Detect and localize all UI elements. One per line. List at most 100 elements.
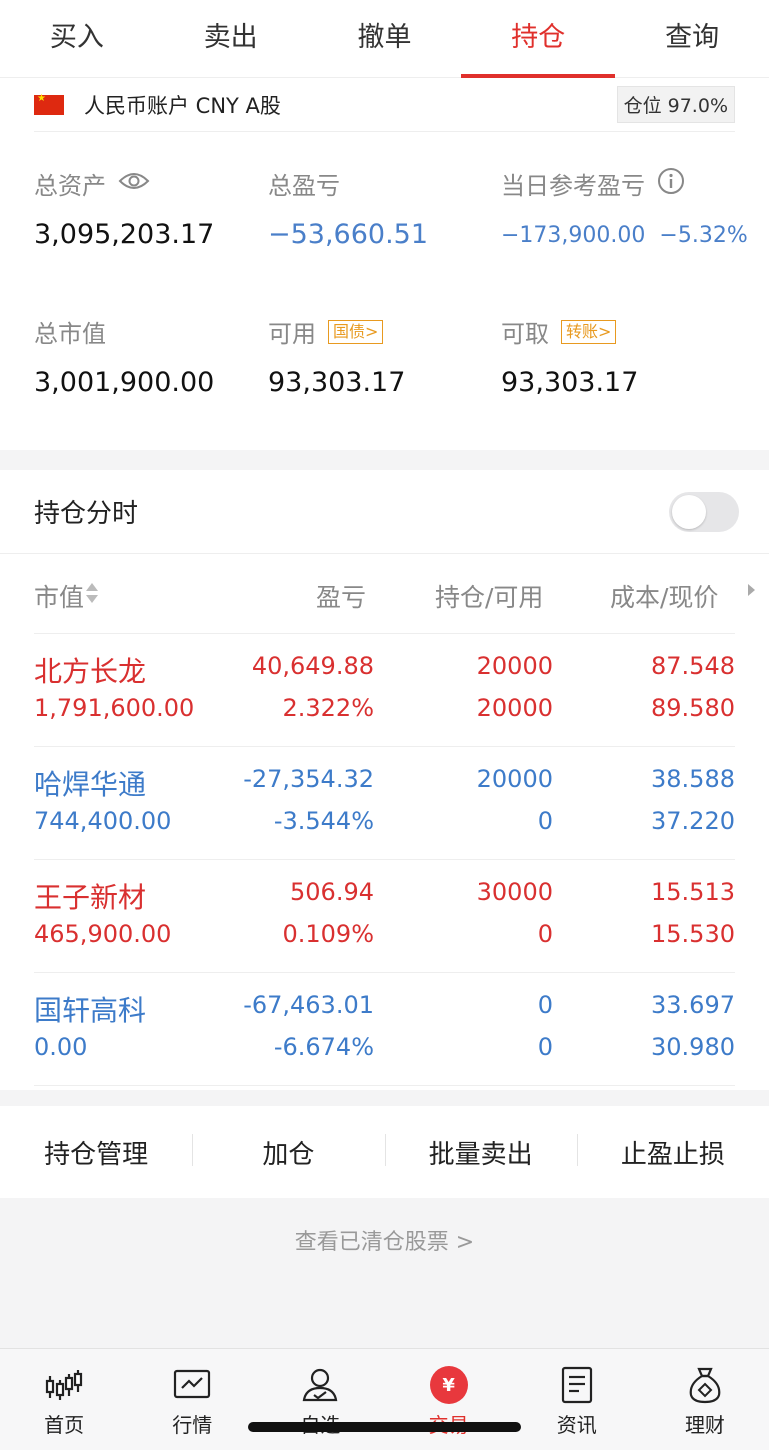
- table-row[interactable]: 王子新材 465,900.00 506.94 0.109% 30000 0 15.513 15…: [34, 860, 735, 973]
- sort-icon: [84, 583, 100, 612]
- take-profit-stop-loss-button[interactable]: 止盈止损: [576, 1133, 769, 1171]
- daily-pl-label: 当日参考盈亏: [501, 172, 645, 200]
- account-summary: 人民币账户 CNY A股 仓位 97.0% 总资产 3,095,203.17 总…: [0, 78, 769, 450]
- cleared-stocks-link[interactable]: 查看已清仓股票 >: [0, 1224, 769, 1256]
- treasury-bond-tag[interactable]: 国债>: [328, 319, 384, 344]
- nav-market[interactable]: 行情: [128, 1349, 256, 1450]
- available-value: 93,303.17: [268, 367, 406, 398]
- bottom-nav: 首页 行情 自选 ¥ 交易 资讯 理财: [0, 1348, 769, 1450]
- china-flag-icon: [34, 93, 64, 115]
- stock-market-value: 744,400.00: [34, 807, 172, 835]
- header-market-value-label: 市值: [34, 583, 85, 612]
- stock-pl: -27,354.32: [243, 765, 374, 793]
- nav-news-label: 资讯: [556, 1413, 597, 1437]
- withdrawable-label: 可取: [501, 320, 549, 348]
- candlestick-icon: [44, 1365, 84, 1405]
- yuan-symbol: ¥: [429, 1366, 468, 1404]
- manage-positions-button[interactable]: 持仓管理: [0, 1134, 192, 1171]
- stock-pl: 40,649.88: [251, 652, 374, 680]
- tab-sell[interactable]: 卖出: [154, 0, 308, 77]
- daily-pl-percent: −5.32%: [659, 223, 748, 248]
- total-assets: 总资产 3,095,203.17: [34, 166, 214, 250]
- chevron-right-icon[interactable]: [746, 578, 758, 608]
- stock-name: 国轩高科: [34, 994, 147, 1027]
- total-assets-label: 总资产: [34, 172, 106, 200]
- stock-pl: -67,463.01: [243, 991, 374, 1019]
- stock-market-value: 1,791,600.00: [34, 694, 195, 722]
- nav-watchlist[interactable]: 自选: [256, 1349, 384, 1450]
- nav-news[interactable]: 资讯: [513, 1349, 641, 1450]
- batch-sell-button[interactable]: 批量卖出: [384, 1133, 577, 1171]
- tab-cancel-order[interactable]: 撤单: [308, 0, 462, 77]
- stock-name: 北方长龙: [34, 655, 147, 688]
- add-position-button[interactable]: 加仓: [192, 1133, 384, 1171]
- trade-tabs: 买入 卖出 撤单 持仓 查询: [0, 0, 769, 78]
- stock-price: 30.980: [651, 1033, 735, 1061]
- nav-home-label: 首页: [44, 1413, 85, 1437]
- header-market-value[interactable]: 市值: [34, 578, 100, 614]
- stock-pl: 506.94: [290, 878, 374, 906]
- stock-pl-percent: 2.322%: [282, 694, 374, 722]
- nav-home[interactable]: 首页: [0, 1349, 128, 1450]
- withdrawable-funds: 可取 转账> 93,303.17: [501, 314, 638, 398]
- stock-name: 哈焊华通: [34, 768, 147, 801]
- daily-pl-value: −173,900.00: [501, 223, 646, 248]
- tab-positions[interactable]: 持仓: [461, 0, 615, 78]
- transfer-tag[interactable]: 转账>: [561, 319, 617, 344]
- nav-market-label: 行情: [172, 1413, 213, 1437]
- money-bag-icon: [686, 1365, 724, 1405]
- tab-buy[interactable]: 买入: [0, 0, 154, 77]
- nav-trade[interactable]: ¥ 交易: [385, 1349, 513, 1450]
- positions-table-header: 市值 盈亏 持仓/可用 成本/现价: [34, 554, 755, 634]
- stock-pl-percent: -6.674%: [273, 1033, 374, 1061]
- nav-wealth-label: 理财: [684, 1413, 725, 1437]
- stock-price: 37.220: [651, 807, 735, 835]
- stock-available: 0: [537, 807, 553, 835]
- home-indicator: [248, 1422, 521, 1432]
- intraday-label: 持仓分时: [34, 499, 139, 529]
- intraday-toggle[interactable]: [669, 491, 739, 532]
- stock-market-value: 0.00: [34, 1033, 88, 1061]
- market-value-label: 总市值: [34, 320, 106, 348]
- stock-cost: 38.588: [651, 765, 735, 793]
- stock-available: 0: [537, 1033, 553, 1061]
- stock-holding: 20000: [476, 652, 553, 680]
- market-value-value: 3,001,900.00: [34, 367, 215, 398]
- nav-wealth[interactable]: 理财: [641, 1349, 769, 1450]
- table-row[interactable]: 国轩高科 0.00 -67,463.01 -6.674% 0 0 33.697 30.980: [34, 973, 735, 1086]
- tab-query[interactable]: 查询: [615, 0, 769, 77]
- stock-price: 89.580: [651, 694, 735, 722]
- position-ratio-badge: 仓位 97.0%: [616, 86, 735, 123]
- stock-available: 0: [537, 920, 553, 948]
- account-name: 人民币账户 CNY A股: [84, 93, 281, 118]
- daily-pl: 当日参考盈亏 −173,900.00 −5.32%: [501, 166, 748, 248]
- intraday-row: 持仓分时: [0, 470, 769, 554]
- stock-holding: 30000: [476, 878, 553, 906]
- stock-cost: 87.548: [651, 652, 735, 680]
- stock-market-value: 465,900.00: [34, 920, 172, 948]
- stock-cost: 15.513: [651, 878, 735, 906]
- stock-holding: 20000: [476, 765, 553, 793]
- total-pl: 总盈亏 −53,660.51: [268, 166, 428, 250]
- daily-pl-values: −173,900.00 −5.32%: [501, 223, 748, 248]
- table-row[interactable]: 北方长龙 1,791,600.00 40,649.88 2.322% 20000 2000…: [34, 634, 735, 747]
- eye-icon[interactable]: [118, 170, 150, 198]
- total-assets-value: 3,095,203.17: [34, 219, 215, 250]
- stock-available: 20000: [476, 694, 553, 722]
- available-label: 可用: [268, 320, 316, 348]
- positions-panel: 持仓分时 市值 盈亏 持仓/可用 成本/现价 北方长龙 1,791,600.00 4…: [0, 470, 769, 1090]
- chart-icon: [172, 1365, 212, 1405]
- withdrawable-value: 93,303.17: [501, 367, 639, 398]
- info-icon[interactable]: [657, 167, 685, 201]
- total-pl-label: 总盈亏: [268, 172, 340, 200]
- table-row[interactable]: 哈焊华通 744,400.00 -27,354.32 -3.544% 20000 0 38.…: [34, 747, 735, 860]
- stock-pl-percent: 0.109%: [282, 920, 374, 948]
- stock-holding: 0: [537, 991, 553, 1019]
- total-pl-value: −53,660.51: [268, 219, 429, 250]
- stock-name: 王子新材: [34, 881, 147, 914]
- document-icon: [559, 1365, 595, 1405]
- available-funds: 可用 国债> 93,303.17: [268, 314, 405, 398]
- stock-cost: 33.697: [651, 991, 735, 1019]
- stock-price: 15.530: [651, 920, 735, 948]
- market-value: 总市值 3,001,900.00: [34, 314, 214, 398]
